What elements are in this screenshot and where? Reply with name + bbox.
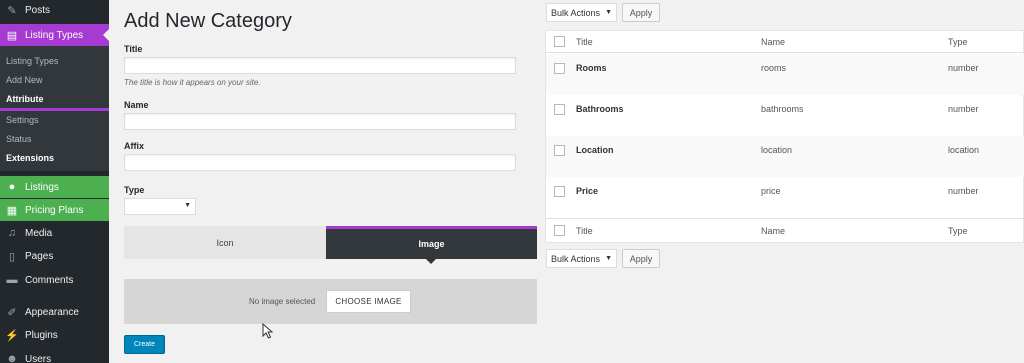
listing-types-submenu: Listing Types Add New Attribute Settings…	[0, 46, 109, 171]
comments-icon: ▬	[6, 274, 18, 286]
apply-button-bottom[interactable]: Apply	[622, 249, 660, 268]
plugin-icon: ⚡	[5, 329, 19, 342]
row-checkbox[interactable]	[554, 145, 565, 156]
dropdown-arrow-icon: ▼	[605, 9, 612, 16]
apply-button-top[interactable]: Apply	[622, 3, 660, 22]
row-name: bathrooms	[761, 104, 804, 114]
menu-listings-label: Listings	[25, 181, 59, 193]
submenu-attribute[interactable]: Attribute	[6, 94, 44, 104]
menu-posts[interactable]: ✎ Posts	[0, 0, 109, 20]
row-title[interactable]: Price	[576, 186, 598, 196]
row-title[interactable]: Location	[576, 145, 614, 155]
table-header-row: Title Name Type	[546, 31, 1024, 53]
submenu-settings[interactable]: Settings	[6, 115, 39, 125]
title-hint: The title is how it appears on your site…	[124, 78, 261, 87]
table-row: Bathrooms bathrooms number	[546, 95, 1024, 136]
menu-pages-label: Pages	[25, 250, 54, 262]
active-indicator	[0, 108, 109, 111]
row-type: number	[948, 186, 979, 196]
current-menu-caret	[103, 29, 109, 41]
menu-pricing-plans-label: Pricing Plans	[25, 204, 84, 216]
row-title[interactable]: Rooms	[576, 63, 607, 73]
users-icon: ☻	[6, 353, 18, 363]
row-type: number	[948, 104, 979, 114]
tab-image[interactable]: Image	[326, 226, 537, 259]
submenu-status[interactable]: Status	[6, 134, 32, 144]
map-pin-icon: ●	[8, 181, 16, 193]
attributes-table: Title Name Type Rooms rooms number Bathr…	[545, 30, 1024, 243]
choose-image-button[interactable]: CHOOSE IMAGE	[326, 290, 411, 313]
menu-plugins[interactable]: ⚡ Plugins	[0, 325, 109, 345]
active-tab-pointer	[426, 259, 436, 264]
menu-comments-label: Comments	[25, 274, 74, 286]
menu-appearance[interactable]: ✐ Appearance	[0, 302, 109, 322]
type-label: Type	[124, 185, 145, 195]
submenu-add-new[interactable]: Add New	[6, 75, 43, 85]
page-title: Add New Category	[124, 10, 292, 32]
name-input[interactable]	[124, 113, 516, 130]
tab-icon[interactable]: Icon	[124, 226, 326, 259]
column-type[interactable]: Type	[948, 37, 968, 47]
row-type: number	[948, 63, 979, 73]
column-title[interactable]: Title	[576, 37, 593, 47]
pricing-plans-icon: ▦	[6, 204, 18, 217]
select-all-checkbox[interactable]	[554, 36, 565, 47]
pages-icon: ▯	[8, 250, 16, 263]
menu-comments[interactable]: ▬ Comments	[0, 270, 109, 290]
menu-media-label: Media	[25, 227, 53, 239]
row-type: location	[948, 145, 980, 155]
table-row: Location location location	[546, 136, 1024, 177]
dropdown-arrow-icon: ▼	[184, 202, 191, 209]
row-name: location	[761, 145, 793, 155]
create-button[interactable]: Create	[124, 335, 165, 354]
table-row: Rooms rooms number	[546, 54, 1024, 95]
menu-pages[interactable]: ▯ Pages	[0, 246, 109, 266]
bulk-actions-label: Bulk Actions	[551, 253, 601, 264]
column-name-footer[interactable]: Name	[761, 226, 785, 236]
affix-input[interactable]	[124, 154, 516, 171]
select-all-checkbox-footer[interactable]	[554, 225, 565, 236]
title-label: Title	[124, 44, 143, 54]
column-type-footer[interactable]: Type	[948, 226, 968, 236]
table-footer-row: Title Name Type	[546, 218, 1024, 243]
admin-sidebar: ✎ Posts ▤ Listing Types Listing Types Ad…	[0, 0, 109, 363]
menu-listing-types-label: Listing Types	[25, 29, 84, 41]
menu-plugins-label: Plugins	[25, 329, 58, 341]
affix-label: Affix	[124, 141, 144, 151]
name-label: Name	[124, 100, 149, 110]
submenu-listing-types[interactable]: Listing Types	[6, 56, 58, 66]
listing-types-icon: ▤	[6, 29, 18, 42]
menu-listing-types[interactable]: ▤ Listing Types	[0, 24, 109, 46]
menu-listings[interactable]: ● Listings	[0, 176, 109, 198]
mouse-cursor-icon	[262, 323, 274, 339]
paintbrush-icon: ✐	[7, 306, 17, 319]
menu-appearance-label: Appearance	[25, 306, 79, 318]
row-checkbox[interactable]	[554, 104, 565, 115]
menu-media[interactable]: ♫ Media	[0, 223, 109, 243]
row-checkbox[interactable]	[554, 63, 565, 74]
menu-users[interactable]: ☻ Users	[0, 349, 109, 363]
title-input[interactable]	[124, 57, 516, 74]
bulk-actions-label: Bulk Actions	[551, 7, 601, 18]
row-name: rooms	[761, 63, 787, 73]
column-name[interactable]: Name	[761, 37, 785, 47]
bulk-actions-select-bottom[interactable]: Bulk Actions ▼	[546, 249, 617, 268]
table-row: Price price number	[546, 177, 1024, 218]
row-title[interactable]: Bathrooms	[576, 104, 624, 114]
menu-users-label: Users	[25, 353, 52, 363]
menu-pricing-plans[interactable]: ▦ Pricing Plans	[0, 199, 109, 221]
no-image-text: No image selected	[249, 297, 316, 306]
row-checkbox[interactable]	[554, 186, 565, 197]
dropdown-arrow-icon: ▼	[605, 255, 612, 262]
bulk-actions-select-top[interactable]: Bulk Actions ▼	[546, 3, 617, 22]
row-name: price	[761, 186, 781, 196]
media-icon: ♫	[7, 227, 17, 239]
type-select[interactable]: ▼	[124, 198, 196, 215]
menu-posts-label: Posts	[25, 4, 51, 16]
column-title-footer[interactable]: Title	[576, 226, 593, 236]
submenu-extensions[interactable]: Extensions	[6, 153, 54, 163]
pushpin-icon: ✎	[7, 4, 17, 17]
